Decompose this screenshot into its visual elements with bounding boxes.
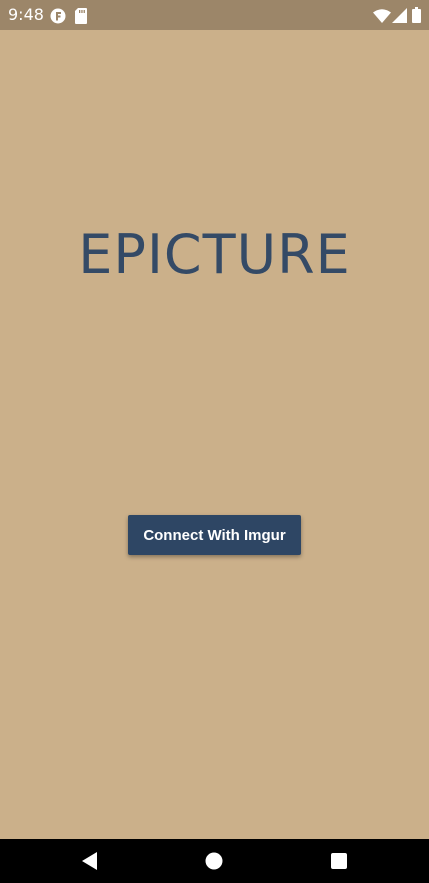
- recents-icon[interactable]: [326, 848, 352, 874]
- status-bar: 9:48: [0, 0, 429, 30]
- wifi-icon: [373, 9, 391, 23]
- app-screen: EPICTURE Connect With Imgur: [0, 30, 429, 839]
- navigation-bar: [0, 839, 429, 883]
- status-time: 9:48: [8, 5, 44, 24]
- battery-icon: [412, 7, 421, 23]
- signal-icon: [392, 8, 407, 23]
- back-icon[interactable]: [77, 848, 103, 874]
- connect-with-imgur-button[interactable]: Connect With Imgur: [128, 515, 301, 555]
- sd-card-icon: [75, 8, 87, 24]
- home-icon[interactable]: [201, 848, 227, 874]
- notification-f-icon: [50, 8, 66, 24]
- app-title: EPICTURE: [78, 223, 351, 286]
